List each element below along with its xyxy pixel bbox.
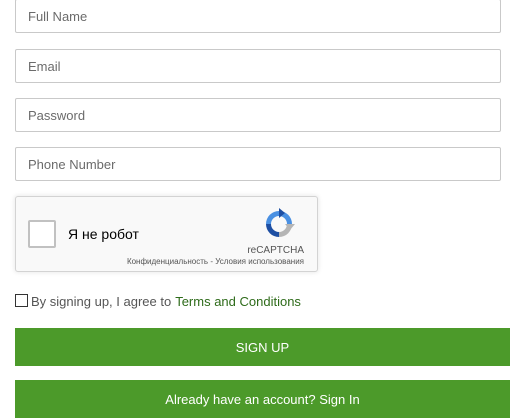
terms-link[interactable]: Terms and Conditions — [175, 294, 301, 309]
email-input[interactable] — [15, 49, 501, 83]
recaptcha-label: Я не робот — [68, 226, 139, 242]
recaptcha-terms-link[interactable]: Условия использования — [215, 257, 304, 266]
sign-in-button[interactable]: Already have an account? Sign In — [15, 380, 510, 418]
agree-text: By signing up, I agree to — [31, 293, 172, 309]
recaptcha-checkbox[interactable] — [28, 220, 56, 248]
phone-number-input[interactable] — [15, 147, 501, 181]
recaptcha-privacy-link[interactable]: Конфиденциальность — [127, 257, 208, 266]
recaptcha-logo-icon — [266, 208, 295, 237]
sign-up-button[interactable]: SIGN UP — [15, 328, 510, 366]
password-input[interactable] — [15, 98, 501, 132]
recaptcha-brand: reCAPTCHA — [247, 245, 304, 256]
recaptcha-links: Конфиденциальность - Условия использован… — [127, 257, 304, 266]
full-name-input[interactable] — [15, 0, 501, 33]
terms-agreement: By signing up, I agree to Terms and Cond… — [15, 292, 301, 310]
agree-checkbox[interactable] — [15, 293, 28, 307]
recaptcha-widget: Я не робот reCAPTCHA Конфиденциальность … — [15, 196, 318, 272]
